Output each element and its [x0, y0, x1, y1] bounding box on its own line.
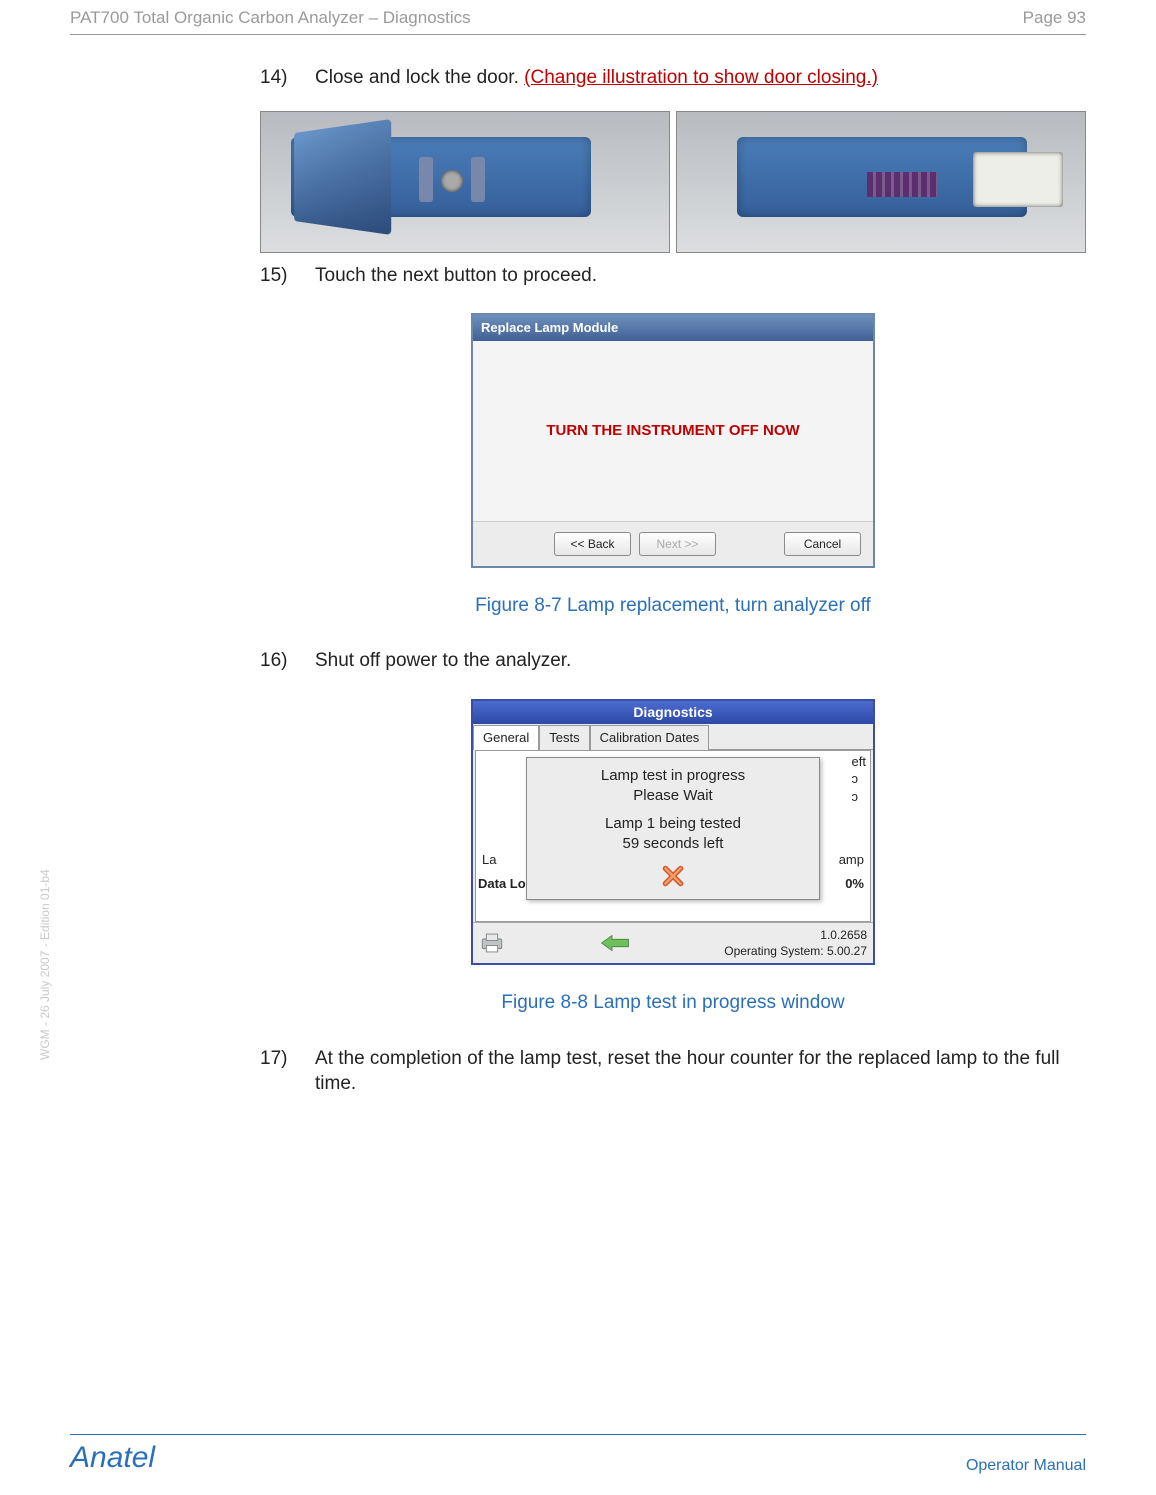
- frag-b2: ɔ: [852, 788, 866, 806]
- tab-tests[interactable]: Tests: [539, 725, 589, 750]
- dialog2-title: Diagnostics: [473, 701, 873, 724]
- step-17-text: At the completion of the lamp test, rese…: [315, 1046, 1086, 1097]
- tab-general[interactable]: General: [473, 725, 539, 750]
- dialog1-message: TURN THE INSTRUMENT OFF NOW: [546, 421, 799, 441]
- diagnostics-dialog: Diagnostics General Tests Calibration Da…: [471, 699, 875, 965]
- status-version: 1.0.2658: [724, 927, 867, 943]
- step-14-text: Close and lock the door.: [315, 67, 524, 88]
- back-arrow-icon[interactable]: [600, 934, 630, 952]
- close-icon[interactable]: [660, 863, 686, 889]
- door-closing-illustration: [260, 111, 1086, 253]
- step-15-text: Touch the next button to proceed.: [315, 263, 1086, 289]
- frag-amp: amp: [839, 851, 864, 869]
- frag-b1: ɔ: [852, 770, 866, 788]
- lamp-test-popup: Lamp test in progress Please Wait Lamp 1…: [526, 757, 820, 900]
- frag-zero-percent: 0%: [845, 875, 864, 893]
- footer-manual: Operator Manual: [966, 1457, 1086, 1475]
- side-edition-text: WGM - 26 July 2007 - Edition 01-b4: [38, 780, 52, 1060]
- replace-lamp-dialog: Replace Lamp Module TURN THE INSTRUMENT …: [471, 313, 875, 568]
- step-14-number: 14): [260, 65, 315, 91]
- printer-icon[interactable]: [479, 932, 505, 954]
- footer-brand: Anatel: [70, 1441, 155, 1475]
- step-15-number: 15): [260, 263, 315, 289]
- frag-la: La: [482, 851, 496, 869]
- popup-line2: Please Wait: [531, 786, 815, 806]
- tab-calibration-dates[interactable]: Calibration Dates: [590, 725, 710, 750]
- step-14-edit-note: (Change illustration to show door closin…: [524, 67, 878, 88]
- back-button[interactable]: << Back: [554, 532, 631, 556]
- popup-line4: 59 seconds left: [531, 834, 815, 854]
- figure-8-7-caption: Figure 8-7 Lamp replacement, turn analyz…: [260, 593, 1086, 619]
- step-17-number: 17): [260, 1046, 315, 1097]
- next-button[interactable]: Next >>: [639, 532, 716, 556]
- frag-data-l: Data Lo: [478, 875, 526, 893]
- frag-eft: eft: [852, 753, 866, 771]
- doc-header-title: PAT700 Total Organic Carbon Analyzer – D…: [70, 8, 471, 28]
- figure-8-8-caption: Figure 8-8 Lamp test in progress window: [260, 990, 1086, 1016]
- cancel-button[interactable]: Cancel: [784, 532, 861, 556]
- doc-header-page: Page 93: [1023, 8, 1086, 28]
- step-16-number: 16): [260, 648, 315, 674]
- status-os: Operating System: 5.00.27: [724, 943, 867, 959]
- popup-line1: Lamp test in progress: [531, 766, 815, 786]
- step-16-text: Shut off power to the analyzer.: [315, 648, 1086, 674]
- popup-line3: Lamp 1 being tested: [531, 814, 815, 834]
- dialog1-title: Replace Lamp Module: [473, 315, 873, 341]
